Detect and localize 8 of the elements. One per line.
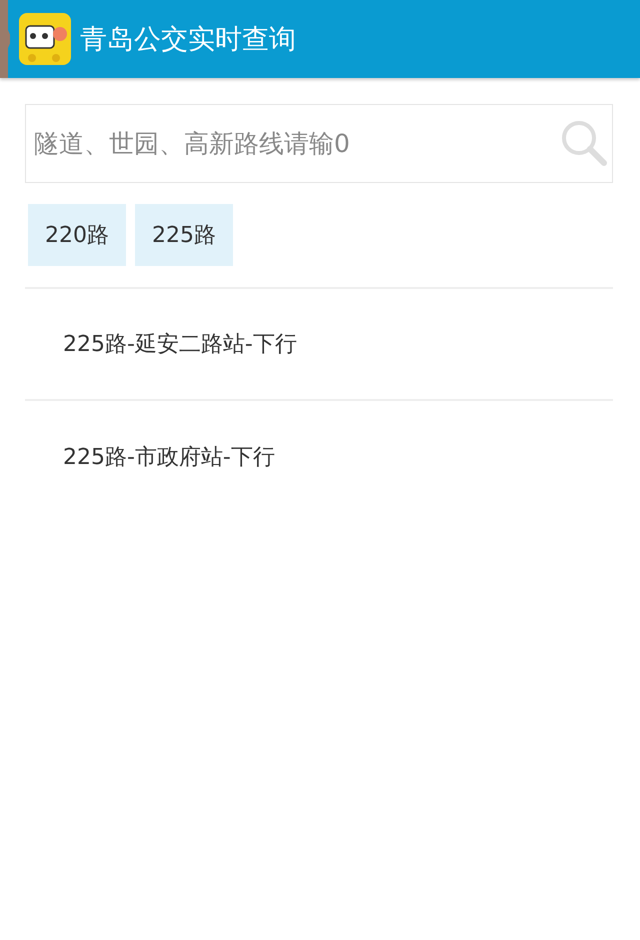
- app-title: 青岛公交实时查询: [80, 23, 296, 57]
- route-chip[interactable]: 225路: [135, 204, 233, 266]
- result-item[interactable]: 225路-市政府站-下行: [25, 401, 613, 513]
- route-chip[interactable]: 220路: [28, 204, 126, 266]
- result-item[interactable]: 225路-延安二路站-下行: [25, 289, 613, 401]
- search-field[interactable]: 隧道、世园、高新路线请输0: [25, 104, 613, 183]
- bus-logo-icon: [18, 12, 72, 66]
- search-icon[interactable]: [559, 118, 609, 168]
